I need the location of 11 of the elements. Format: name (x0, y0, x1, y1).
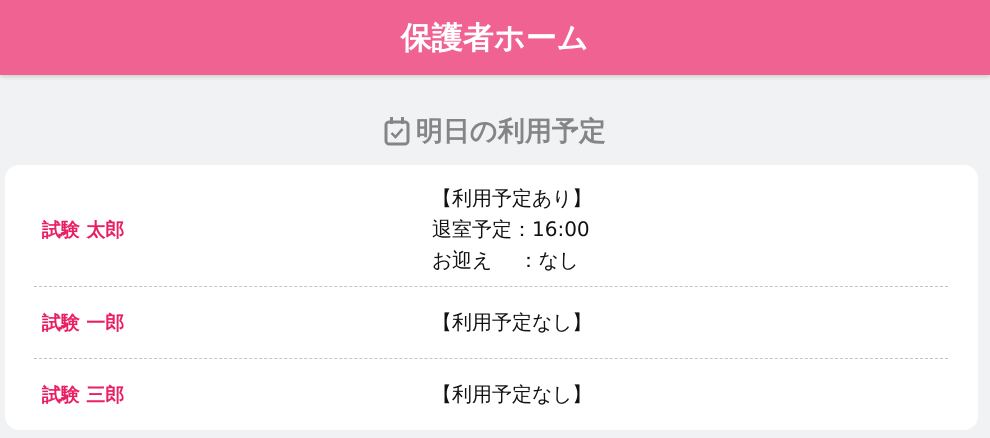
schedule-text: 【利用予定なし】 (432, 381, 592, 408)
schedule-text: 【利用予定あり】 (432, 185, 592, 212)
schedule-text: 【利用予定なし】 (432, 309, 592, 336)
calendar-check-icon (384, 116, 410, 146)
schedule-text: 退室予定：16:00 (432, 216, 590, 243)
section-title: 明日の利用予定 (416, 115, 606, 149)
child-name: 試験 太郎 (42, 218, 125, 242)
child-name: 試験 一郎 (42, 310, 125, 336)
schedule-text: お迎え ：なし (432, 247, 578, 274)
child-name: 試験 三郎 (42, 382, 125, 408)
page-title: 保護者ホーム (401, 18, 589, 58)
